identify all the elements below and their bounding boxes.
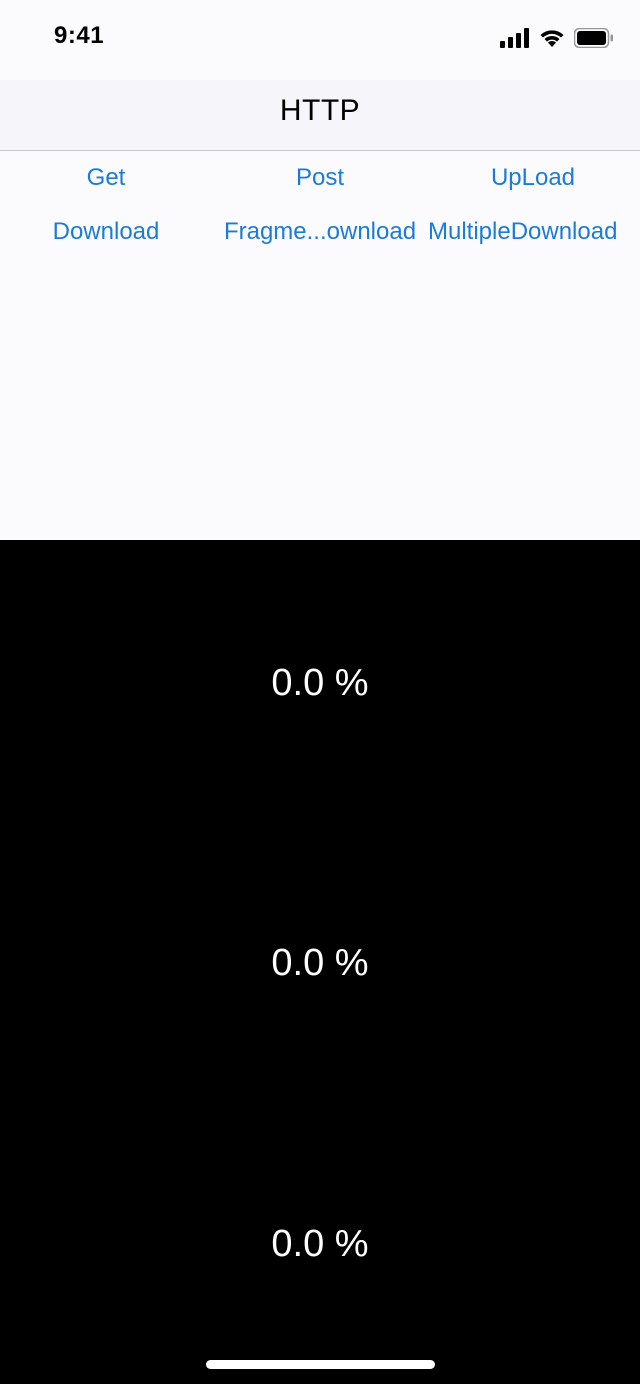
- post-button[interactable]: Post: [270, 164, 370, 192]
- status-bar: 9:41: [0, 0, 640, 80]
- status-time: 9:41: [54, 22, 105, 49]
- app-screen: 9:41 HTTP Get Post UpLoad Download Fragm…: [0, 0, 640, 1384]
- progress-label-2: 0.0 %: [271, 942, 369, 984]
- page-title: HTTP: [279, 94, 361, 127]
- download-button[interactable]: Download: [42, 218, 170, 246]
- multiple-download-button[interactable]: MultipleDownload: [428, 218, 638, 246]
- progress-label-1: 0.0 %: [271, 662, 369, 704]
- top-content-area: 9:41 HTTP Get Post UpLoad Download Fragm…: [0, 0, 640, 540]
- progress-label-3: 0.0 %: [271, 1223, 369, 1265]
- navigation-bar: HTTP: [0, 80, 640, 151]
- cellular-signal-icon: [500, 27, 530, 53]
- get-button[interactable]: Get: [56, 164, 156, 192]
- home-indicator[interactable]: [206, 1360, 435, 1369]
- status-icons: [500, 26, 614, 54]
- upload-button[interactable]: UpLoad: [470, 164, 596, 192]
- battery-icon: [573, 27, 614, 53]
- fragment-download-button[interactable]: Fragme...ownload: [214, 218, 426, 246]
- wifi-icon: [538, 28, 566, 53]
